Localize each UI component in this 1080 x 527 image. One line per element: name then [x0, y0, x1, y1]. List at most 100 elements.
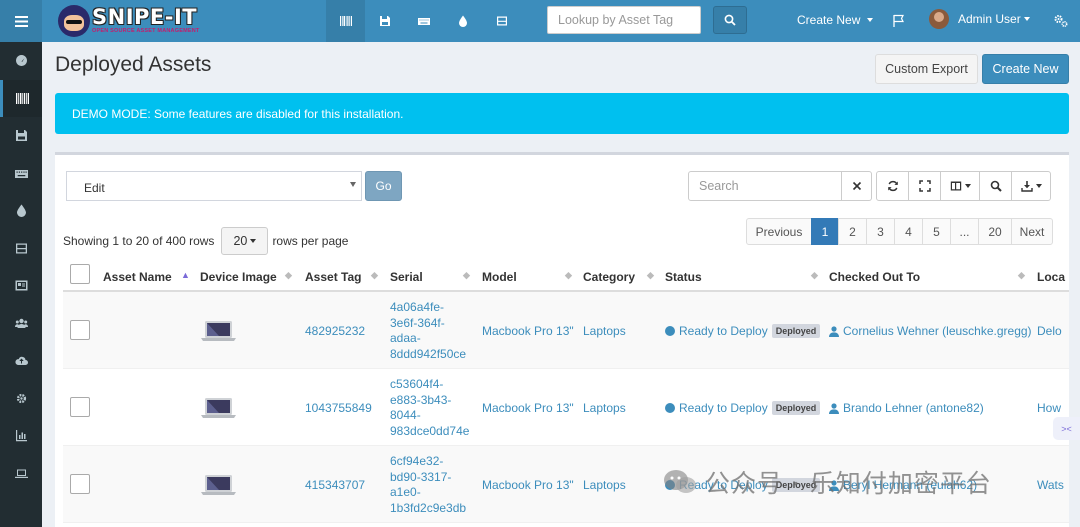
sidebar-item-accessories[interactable]: [0, 155, 42, 193]
status-label[interactable]: Ready to Deploy Deployed: [665, 401, 821, 415]
category-link[interactable]: Laptops: [583, 478, 626, 492]
nav-components-button[interactable]: [482, 0, 521, 42]
user-icon: [829, 402, 839, 414]
checked-out-to-link[interactable]: Cornelius Wehner (leuschke.gregg): [829, 324, 1032, 338]
clear-search-button[interactable]: [842, 171, 872, 201]
sidebar-item-reports[interactable]: [0, 417, 42, 455]
asset-tag-search-button[interactable]: [713, 6, 747, 34]
page-5-button[interactable]: 5: [922, 218, 951, 245]
app-tagline: OPEN SOURCE ASSET MANAGEMENT: [92, 28, 200, 35]
serial-link[interactable]: 4a06a4fe- 3e6f-364f- adaa- 8ddd942f50ce: [390, 300, 466, 362]
sidebar-item-import[interactable]: [0, 342, 42, 380]
collapse-arrows-icon: ><: [1061, 423, 1072, 434]
status-dot-icon: [665, 326, 675, 336]
user-menu[interactable]: Admin User: [929, 9, 1030, 29]
model-link[interactable]: Macbook Pro 13": [482, 401, 574, 415]
location-link[interactable]: Delo: [1037, 324, 1062, 338]
serial-link[interactable]: 6cf94e32- bd90-3317- a1e0- 1b3fd2c9e3db: [390, 454, 466, 516]
select-all-checkbox[interactable]: [70, 264, 90, 284]
laptop-thumbnail[interactable]: [200, 396, 237, 420]
model-link[interactable]: Macbook Pro 13": [482, 478, 574, 492]
column-header-asset-name[interactable]: Asset Name: [103, 270, 172, 284]
rows-per-page-select[interactable]: 20: [221, 227, 269, 255]
create-new-button[interactable]: Create New: [982, 54, 1069, 84]
create-new-label: Create New: [797, 13, 861, 27]
column-header-device-image[interactable]: Device Image: [200, 270, 277, 284]
column-header-checked-out-to[interactable]: Checked Out To: [829, 270, 920, 284]
column-header-serial[interactable]: Serial: [390, 270, 423, 284]
sort-icon: ◆: [811, 270, 818, 280]
status-dot-icon: [665, 403, 675, 413]
nav-licenses-button[interactable]: [365, 0, 404, 42]
status-label[interactable]: Ready to Deploy Deployed: [665, 324, 821, 338]
laptop-thumbnail[interactable]: [200, 319, 237, 343]
sidebar-item-requestable[interactable]: [0, 455, 42, 493]
column-header-category[interactable]: Category: [583, 270, 635, 284]
page-3-button[interactable]: 3: [866, 218, 895, 245]
page-previous-button[interactable]: Previous: [746, 218, 812, 245]
refresh-button[interactable]: [876, 171, 909, 201]
column-header-location[interactable]: Loca: [1037, 270, 1065, 284]
sidebar-item-settings[interactable]: [0, 380, 42, 418]
table-row[interactable]: 1043755849 c53604f4- e883-3b43- 8044- 98…: [63, 369, 1069, 446]
barcode-icon: [16, 92, 29, 104]
laptop-thumbnail[interactable]: [200, 473, 237, 497]
column-header-model[interactable]: Model: [482, 270, 517, 284]
dashboard-icon: [15, 55, 27, 67]
status-badge: Deployed: [771, 401, 821, 415]
page-4-button[interactable]: 4: [894, 218, 923, 245]
fullscreen-icon: [918, 180, 931, 192]
fullscreen-button[interactable]: [908, 171, 941, 201]
model-link[interactable]: Macbook Pro 13": [482, 324, 574, 338]
export-dropdown-button[interactable]: [1011, 171, 1051, 201]
custom-export-button[interactable]: Custom Export: [875, 54, 978, 84]
cloud-upload-icon: [14, 357, 28, 366]
category-link[interactable]: Laptops: [583, 324, 626, 338]
app-logo[interactable]: SNIPE-IT OPEN SOURCE ASSET MANAGEMENT: [58, 4, 199, 38]
asset-tag-link[interactable]: 1043755849: [305, 401, 372, 415]
page-next-button[interactable]: Next: [1011, 218, 1053, 245]
nav-assets-button[interactable]: [326, 0, 365, 42]
columns-toggle-button[interactable]: [940, 171, 980, 201]
sidebar-item-predefined-kits[interactable]: [0, 267, 42, 305]
bulk-go-button[interactable]: Go: [365, 171, 402, 201]
table-row[interactable]: 482925232 4a06a4fe- 3e6f-364f- adaa- 8dd…: [63, 292, 1069, 369]
serial-link[interactable]: c53604f4- e883-3b43- 8044- 983dce0dd74e: [390, 377, 469, 439]
column-header-status[interactable]: Status: [665, 270, 702, 284]
asset-tag-link[interactable]: 415343707: [305, 478, 365, 492]
location-link[interactable]: How: [1037, 401, 1061, 415]
advanced-search-button[interactable]: [979, 171, 1012, 201]
sidebar-item-consumables[interactable]: [0, 192, 42, 230]
checked-out-to-link[interactable]: Brando Lehner (antone82): [829, 401, 984, 415]
row-checkbox[interactable]: [70, 474, 90, 494]
sidebar-item-assets[interactable]: [0, 79, 42, 117]
asset-tag-lookup-input[interactable]: [547, 6, 701, 34]
chevron-down-icon: [250, 239, 257, 243]
collapse-panel-tab[interactable]: ><: [1053, 417, 1080, 440]
location-link[interactable]: Wats: [1037, 478, 1064, 492]
bulk-action-select[interactable]: Edit: [66, 171, 362, 201]
sidebar-item-components[interactable]: [0, 230, 42, 268]
sidebar-item-dashboard[interactable]: [0, 42, 42, 80]
column-header-asset-tag[interactable]: Asset Tag: [305, 270, 361, 284]
sidebar-item-people[interactable]: [0, 305, 42, 343]
flag-icon[interactable]: [892, 14, 906, 28]
row-checkbox[interactable]: [70, 397, 90, 417]
table-search-input[interactable]: [688, 171, 842, 201]
settings-icon[interactable]: [1053, 13, 1069, 29]
serial-line: 3e6f-364f-: [390, 315, 445, 330]
page-1-button[interactable]: 1: [811, 218, 839, 245]
sidebar-toggle-button[interactable]: [0, 0, 42, 42]
page-20-button[interactable]: 20: [978, 218, 1012, 245]
sidebar-item-licenses[interactable]: [0, 117, 42, 155]
nav-accessories-button[interactable]: [404, 0, 443, 42]
category-link[interactable]: Laptops: [583, 401, 626, 415]
sort-icon: ◆: [463, 270, 470, 280]
page-2-button[interactable]: 2: [838, 218, 867, 245]
watermark: 公众号 · 乐知付加密平台: [663, 464, 992, 500]
sort-icon: ◆: [371, 270, 378, 280]
create-new-dropdown[interactable]: Create New: [797, 13, 874, 27]
row-checkbox[interactable]: [70, 320, 90, 340]
asset-tag-link[interactable]: 482925232: [305, 324, 365, 338]
nav-consumables-button[interactable]: [443, 0, 482, 42]
